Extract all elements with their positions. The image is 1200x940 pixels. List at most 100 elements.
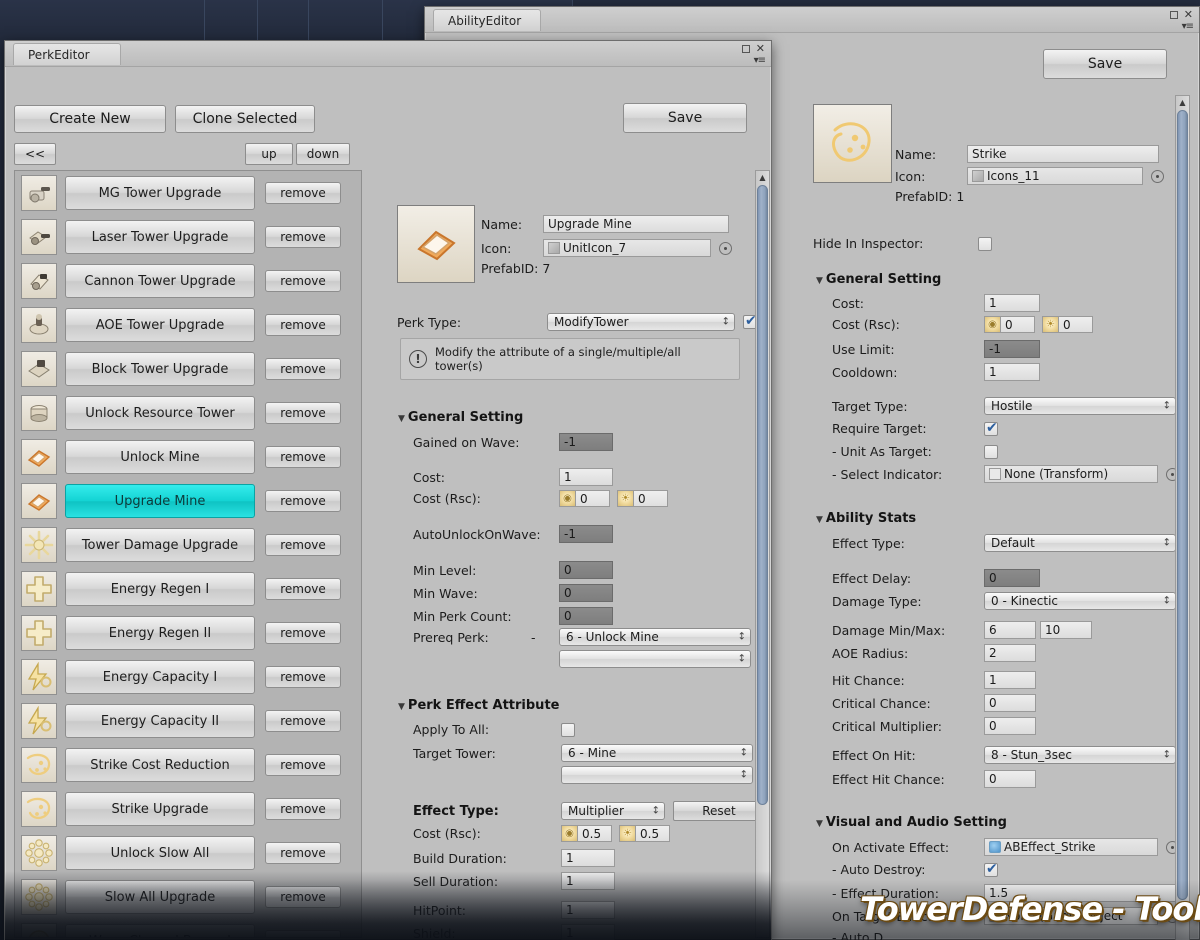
list-item[interactable]: Tower Damage Upgrade remove <box>15 523 361 567</box>
ability-panel-scrollbar[interactable]: ▲ <box>1175 95 1190 940</box>
ability-damage-min-input[interactable]: 6 <box>984 621 1036 639</box>
build-duration-input[interactable]: 1 <box>561 849 615 867</box>
target-tower-dropdown[interactable]: 6 - Mine <box>561 744 753 762</box>
ability-aoe-radius-input[interactable]: 2 <box>984 644 1036 662</box>
list-item[interactable]: Cannon Tower Upgrade remove <box>15 259 361 303</box>
ability-critical-chance-input[interactable]: 0 <box>984 694 1036 712</box>
sell-duration-input[interactable]: 1 <box>561 872 615 890</box>
visual-audio-foldout[interactable]: ▼ Visual and Audio Setting <box>816 815 1007 830</box>
list-item[interactable]: $ Wave Cleared Bonus I remove <box>15 919 361 937</box>
scroll-up-arrow-icon[interactable]: ▲ <box>756 171 769 184</box>
ability-damage-type-dropdown[interactable]: 0 - Kinectic <box>984 592 1176 610</box>
perk-cost-rsc-0-value[interactable]: 0 <box>576 490 610 507</box>
remove-button[interactable]: remove <box>265 270 341 292</box>
list-item-button[interactable]: Unlock Slow All <box>65 836 255 870</box>
scroll-up-arrow-icon[interactable]: ▲ <box>1176 96 1189 109</box>
effect-cost-rsc-1[interactable]: ☀ 0.5 <box>619 825 670 842</box>
ability-name-input[interactable]: Strike <box>967 145 1159 163</box>
effect-cost-rsc-0[interactable]: ◉ 0.5 <box>561 825 612 842</box>
list-item-button[interactable]: Energy Capacity I <box>65 660 255 694</box>
apply-to-all-checkbox[interactable] <box>561 722 575 737</box>
ability-cost-input[interactable]: 1 <box>984 294 1040 312</box>
prereq-perk-dropdown[interactable]: 6 - Unlock Mine <box>559 628 751 646</box>
on-target-effect-object-field[interactable]: None (Game Object <box>984 907 1158 925</box>
ability-cost-rsc-0[interactable]: ◉ 0 <box>984 316 1035 333</box>
ability-icon-object-field[interactable]: Icons_11 <box>967 167 1143 185</box>
move-down-button[interactable]: down <box>296 143 350 165</box>
shield-input[interactable]: 1 <box>561 924 615 940</box>
list-item-button[interactable]: Upgrade Mine <box>65 484 255 518</box>
window-menu-icon[interactable]: ▾≡ <box>1182 21 1194 32</box>
effect-type-dropdown[interactable]: Multiplier <box>561 802 665 820</box>
remove-button[interactable]: remove <box>265 754 341 776</box>
ability-target-type-dropdown[interactable]: Hostile <box>984 397 1176 415</box>
hide-in-inspector-checkbox[interactable] <box>978 236 992 251</box>
perk-cost-rsc-1[interactable]: ☀ 0 <box>617 490 668 507</box>
prereq-perk-dropdown-2[interactable] <box>559 650 751 668</box>
remove-button[interactable]: remove <box>265 886 341 908</box>
hitpoint-input[interactable]: 1 <box>561 901 615 919</box>
effect-cost-rsc-0-value[interactable]: 0.5 <box>578 825 612 842</box>
ability-effect-delay-input[interactable]: 0 <box>984 569 1040 587</box>
move-up-button[interactable]: up <box>245 143 293 165</box>
remove-button[interactable]: remove <box>265 226 341 248</box>
perk-name-input[interactable]: Upgrade Mine <box>543 215 729 233</box>
remove-button[interactable]: remove <box>265 710 341 732</box>
on-activate-effect-object-field[interactable]: ABEffect_Strike <box>984 838 1158 856</box>
maximize-icon[interactable] <box>1169 10 1178 19</box>
remove-button[interactable]: remove <box>265 622 341 644</box>
ability-stats-foldout[interactable]: ▼ Ability Stats <box>816 511 916 526</box>
list-item[interactable]: Energy Capacity I remove <box>15 655 361 699</box>
ability-unit-as-target-checkbox[interactable] <box>984 444 998 459</box>
ability-cooldown-input[interactable]: 1 <box>984 363 1040 381</box>
perk-inspector-scrollbar[interactable]: ▲ <box>755 170 770 938</box>
window-menu-icon[interactable]: ▾≡ <box>754 55 766 66</box>
ability-cost-rsc-1[interactable]: ☀ 0 <box>1042 316 1093 333</box>
list-item-button[interactable]: Cannon Tower Upgrade <box>65 264 255 298</box>
list-item-button[interactable]: Laser Tower Upgrade <box>65 220 255 254</box>
collapse-list-button[interactable]: << <box>14 143 56 165</box>
list-item-button[interactable]: MG Tower Upgrade <box>65 176 255 210</box>
tab-perk-editor[interactable]: PerkEditor <box>13 43 121 65</box>
perk-cost-rsc-0[interactable]: ◉ 0 <box>559 490 610 507</box>
min-wave-input[interactable]: 0 <box>559 584 613 602</box>
remove-button[interactable]: remove <box>265 490 341 512</box>
remove-button[interactable]: remove <box>265 358 341 380</box>
perk-list[interactable]: MG Tower Upgrade remove Laser Tower Upgrad… <box>14 170 362 938</box>
list-item-button[interactable]: AOE Tower Upgrade <box>65 308 255 342</box>
list-item[interactable]: Slow All Upgrade remove <box>15 875 361 919</box>
perk-general-setting-foldout[interactable]: ▼ General Setting <box>398 410 523 425</box>
clone-selected-button[interactable]: Clone Selected <box>175 105 315 133</box>
remove-button[interactable]: remove <box>265 182 341 204</box>
min-perk-count-input[interactable]: 0 <box>559 607 613 625</box>
gained-on-wave-input[interactable]: -1 <box>559 433 613 451</box>
list-item-button[interactable]: Unlock Resource Tower <box>65 396 255 430</box>
ability-hit-chance-input[interactable]: 1 <box>984 671 1036 689</box>
create-new-button[interactable]: Create New <box>14 105 166 133</box>
perk-save-button[interactable]: Save <box>623 103 747 133</box>
list-item-button[interactable]: Energy Capacity II <box>65 704 255 738</box>
ability-effect-hit-chance-input[interactable]: 0 <box>984 770 1036 788</box>
effect-cost-rsc-1-value[interactable]: 0.5 <box>636 825 670 842</box>
perk-cost-rsc-1-value[interactable]: 0 <box>634 490 668 507</box>
ability-save-button[interactable]: Save <box>1043 49 1167 79</box>
ability-general-setting-foldout[interactable]: ▼ General Setting <box>816 272 941 287</box>
remove-button[interactable]: remove <box>265 930 341 937</box>
close-icon[interactable]: ✕ <box>756 42 765 55</box>
maximize-icon[interactable] <box>741 44 750 53</box>
list-item-button[interactable]: Block Tower Upgrade <box>65 352 255 386</box>
auto-unlock-input[interactable]: -1 <box>559 525 613 543</box>
ability-select-indicator-object-field[interactable]: None (Transform) <box>984 465 1158 483</box>
effect-type-reset-button[interactable]: Reset <box>673 801 765 821</box>
ability-require-target-checkbox[interactable] <box>984 420 998 436</box>
perk-type-dropdown[interactable]: ModifyTower <box>547 313 735 331</box>
list-item[interactable]: Energy Regen I remove <box>15 567 361 611</box>
perk-icon-object-field[interactable]: UnitIcon_7 <box>543 239 711 257</box>
list-item[interactable]: Block Tower Upgrade remove <box>15 347 361 391</box>
ability-icon-picker-icon[interactable] <box>1151 169 1164 183</box>
ability-cost-rsc-1-value[interactable]: 0 <box>1059 316 1093 333</box>
perk-cost-input[interactable]: 1 <box>559 468 613 486</box>
list-item-button[interactable]: Tower Damage Upgrade <box>65 528 255 562</box>
ability-effect-on-hit-dropdown[interactable]: 8 - Stun_3sec <box>984 746 1176 764</box>
list-item[interactable]: Unlock Resource Tower remove <box>15 391 361 435</box>
